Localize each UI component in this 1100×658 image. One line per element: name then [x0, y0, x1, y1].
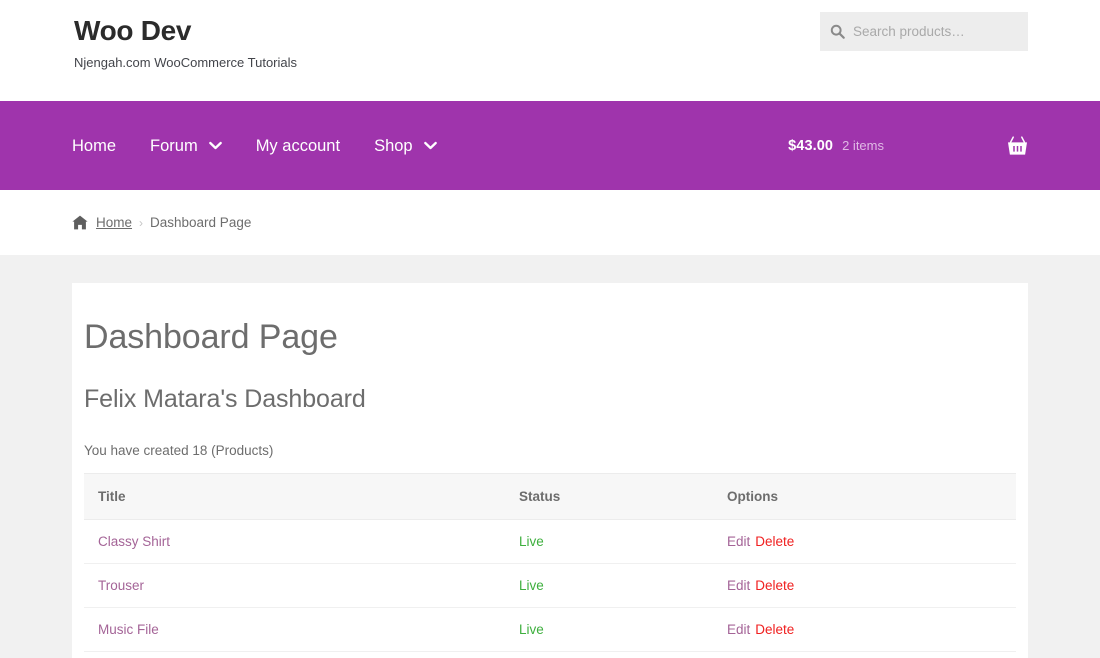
edit-link[interactable]: Edit	[727, 622, 750, 637]
nav-item-home[interactable]: Home	[72, 136, 116, 156]
edit-link[interactable]: Edit	[727, 578, 750, 593]
delete-link[interactable]: Delete	[755, 534, 794, 549]
nav-item-my-account[interactable]: My account	[256, 136, 340, 156]
cell-status: Live	[505, 651, 713, 658]
cell-title: Classy Shirt	[84, 519, 505, 564]
cell-status: Live	[505, 519, 713, 564]
chevron-down-icon[interactable]	[208, 141, 222, 150]
column-header-options: Options	[713, 473, 1016, 520]
content-wrap: Dashboard Page Felix Matara's Dashboard …	[0, 255, 1100, 658]
site-tagline: Njengah.com WooCommerce Tutorials	[74, 55, 298, 70]
delete-link[interactable]: Delete	[755, 578, 794, 593]
cell-options: Edit Delete	[713, 563, 1016, 608]
cell-title: VNeck shirt	[84, 651, 505, 658]
cell-title: Trouser	[84, 563, 505, 608]
product-search-form[interactable]	[820, 12, 1028, 51]
table-row: VNeck shirt Live EditDelete	[84, 651, 1016, 658]
product-title-link[interactable]: Music File	[98, 622, 159, 637]
delete-link[interactable]: Delete	[755, 622, 794, 637]
nav-item-forum[interactable]: Forum	[150, 136, 222, 156]
table-row: Classy Shirt Live Edit Delete	[84, 519, 1016, 564]
breadcrumb-home-link[interactable]: Home	[96, 215, 132, 230]
product-title-link[interactable]: Trouser	[98, 578, 144, 593]
nav-link-label[interactable]: Shop	[374, 136, 413, 156]
column-header-status: Status	[505, 473, 713, 520]
cell-options: Edit Delete	[713, 519, 1016, 564]
cell-options: Edit Delete	[713, 607, 1016, 652]
dashboard-card: Dashboard Page Felix Matara's Dashboard …	[72, 283, 1028, 658]
column-header-title: Title	[84, 473, 505, 520]
cell-title: Music File	[84, 607, 505, 652]
site-branding[interactable]: Woo Dev Njengah.com WooCommerce Tutorial…	[74, 14, 297, 71]
cell-status: Live	[505, 563, 713, 608]
home-icon[interactable]	[72, 215, 88, 230]
cell-status: Live	[505, 607, 713, 652]
products-created-count: You have created 18 (Products)	[84, 443, 274, 458]
product-title-link[interactable]: Classy Shirt	[98, 534, 170, 549]
products-table-header: Title Status Options	[84, 473, 1016, 520]
table-row: Trouser Live Edit Delete	[84, 563, 1016, 608]
cell-options: EditDelete	[713, 651, 1016, 658]
cart-total-amount: $43.00	[788, 137, 834, 154]
nav-link-label[interactable]: My account	[256, 136, 340, 156]
cart-summary[interactable]: $43.00 2 items	[788, 101, 1028, 190]
breadcrumb-bar: Home › Dashboard Page	[0, 190, 1100, 255]
chevron-down-icon[interactable]	[423, 141, 437, 150]
table-row: Music File Live Edit Delete	[84, 607, 1016, 652]
primary-navigation: Home Forum My account Shop $43.00 2 item…	[0, 101, 1100, 190]
nav-list: Home Forum My account Shop	[72, 136, 471, 156]
page-title: Dashboard Page	[84, 318, 338, 356]
cart-item-count: 2 items	[842, 138, 884, 153]
breadcrumb: Home › Dashboard Page	[72, 190, 1028, 255]
site-title[interactable]: Woo Dev	[74, 14, 297, 48]
search-icon	[830, 24, 845, 39]
breadcrumb-current: Dashboard Page	[150, 215, 252, 230]
nav-link-label[interactable]: Home	[72, 136, 116, 156]
products-table-body: Classy Shirt Live Edit Delete Trouser Liv…	[84, 519, 1016, 658]
table-header-row: Title Status Options	[84, 473, 1016, 520]
dashboard-heading: Felix Matara's Dashboard	[84, 385, 366, 413]
search-input[interactable]	[853, 24, 1018, 39]
nav-item-shop[interactable]: Shop	[374, 136, 437, 156]
breadcrumb-separator: ›	[139, 215, 144, 230]
nav-link-label[interactable]: Forum	[150, 136, 198, 156]
edit-link[interactable]: Edit	[727, 534, 750, 549]
site-header: Woo Dev Njengah.com WooCommerce Tutorial…	[0, 0, 1100, 101]
products-table: Title Status Options Classy Shirt Live E…	[84, 473, 1016, 658]
shopping-basket-icon[interactable]	[1007, 135, 1028, 156]
